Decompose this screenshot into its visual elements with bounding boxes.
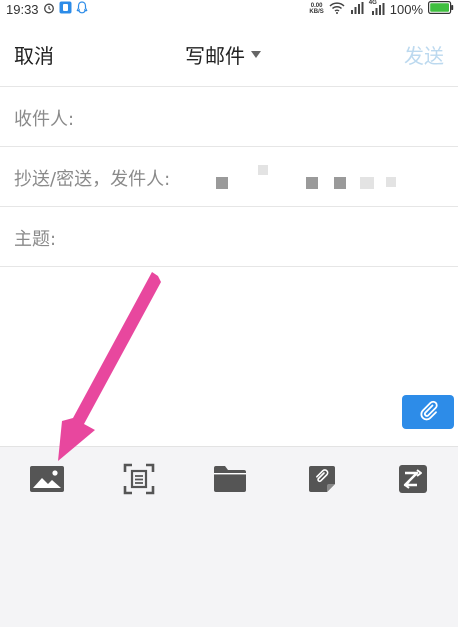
scan-document-button[interactable]	[122, 463, 156, 499]
image-icon	[30, 466, 64, 496]
attachment-button[interactable]	[402, 395, 454, 429]
battery-icon	[428, 1, 454, 17]
translate-button[interactable]	[396, 465, 430, 497]
redacted-block	[216, 177, 228, 189]
paperclip-icon	[417, 399, 439, 425]
wifi-icon	[329, 1, 345, 17]
network-speed: 0.00 KB/S	[309, 3, 323, 15]
redacted-block	[258, 165, 268, 175]
redacted-block	[360, 177, 374, 189]
status-left: 19:33	[6, 1, 88, 17]
subject-field[interactable]: 主题:	[0, 206, 458, 267]
scan-document-icon	[123, 463, 155, 499]
dropdown-triangle-icon	[251, 51, 261, 58]
cell-signal-4g-icon: 4G	[369, 0, 385, 15]
send-button[interactable]: 发送	[404, 40, 444, 69]
folder-icon	[213, 465, 247, 497]
redacted-block	[306, 177, 318, 189]
subject-label: 主题:	[14, 229, 57, 250]
cc-bcc-from-field[interactable]: 抄送/密送，发件人:	[0, 146, 458, 207]
attach-note-button[interactable]	[305, 465, 339, 497]
status-time: 19:33	[6, 1, 39, 17]
attachment-toolbar	[0, 446, 458, 516]
insert-image-button[interactable]	[30, 465, 64, 497]
translate-icon	[398, 464, 428, 498]
alarm-icon	[43, 2, 55, 17]
note-attachment-icon	[307, 464, 337, 498]
status-bar: 19:33 0.00 KB/S 4G 100%	[0, 0, 458, 18]
redacted-block	[334, 177, 346, 189]
redacted-block	[386, 177, 396, 187]
to-label: 收件人:	[14, 109, 75, 130]
qq-icon	[76, 1, 88, 17]
compose-title-dropdown[interactable]: 写邮件	[185, 40, 261, 69]
cell-signal-icon	[350, 1, 364, 17]
battery-percent: 100%	[389, 1, 423, 17]
bottom-panel	[0, 515, 458, 627]
page-title: 写邮件	[185, 44, 245, 68]
choose-file-button[interactable]	[213, 465, 247, 497]
message-body-input[interactable]	[0, 266, 458, 447]
compose-nav-bar: 取消 写邮件 发送	[0, 18, 458, 86]
cc-bcc-from-label: 抄送/密送，发件人:	[14, 169, 171, 190]
network-speed-unit: KB/S	[309, 9, 324, 15]
to-field[interactable]: 收件人:	[0, 86, 458, 147]
app-notification-icon	[59, 1, 72, 17]
status-right: 0.00 KB/S 4G 100%	[309, 0, 454, 17]
cancel-button[interactable]: 取消	[14, 40, 54, 69]
